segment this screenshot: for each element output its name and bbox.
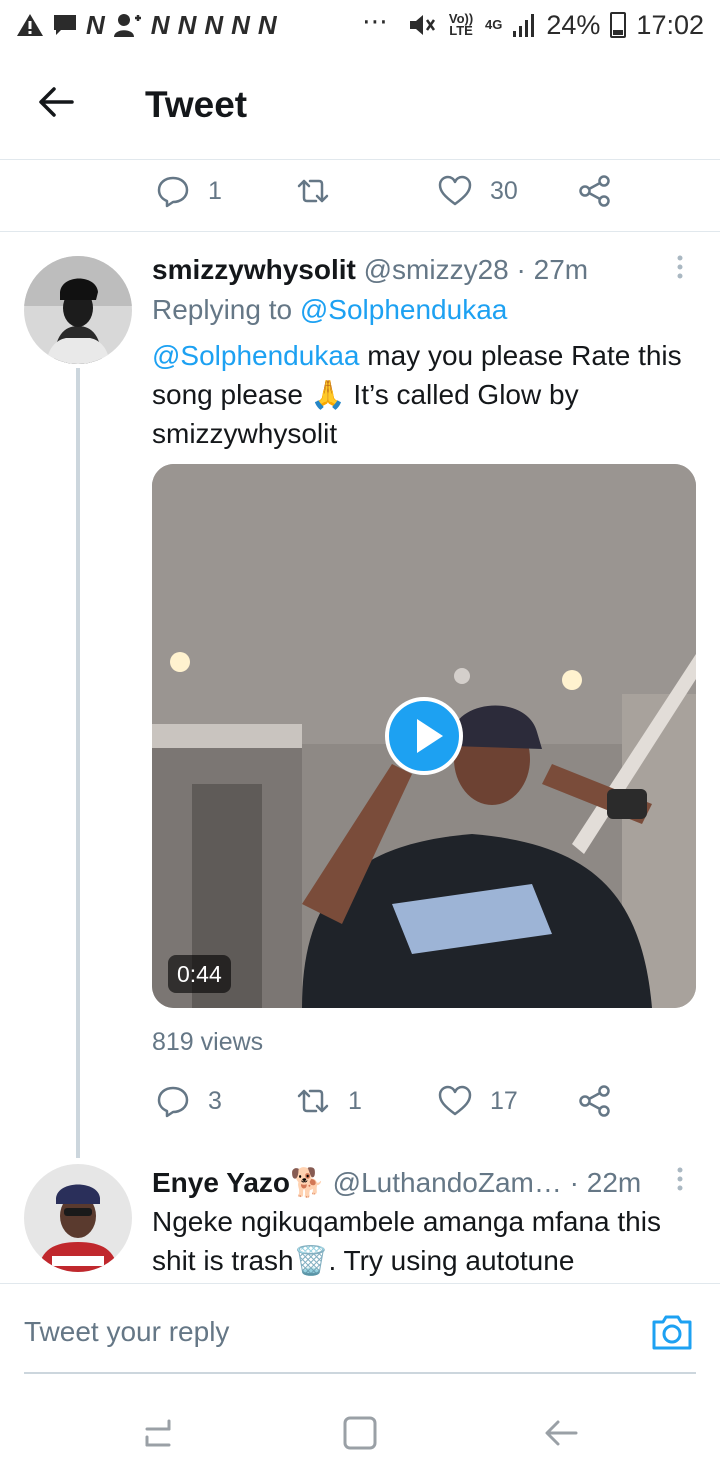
back-arrow-icon[interactable] [36,82,76,122]
warning-icon [17,14,43,36]
replying-to-handle[interactable]: @Solphendukaa [300,294,507,325]
display-name[interactable]: Enye Yazo🐕 [152,1167,325,1198]
share-button[interactable] [578,1071,612,1131]
page-title: Tweet [145,84,248,125]
avatar[interactable] [24,256,132,364]
video-duration: 0:44 [168,955,231,993]
retweet-button[interactable]: 1 [296,1071,362,1131]
handle[interactable]: @LuthandoZam… [333,1167,562,1198]
heart-icon [438,1085,472,1116]
n-icon: N [177,9,197,40]
back-nav-icon[interactable] [542,1413,582,1453]
tweet-body: @Solphendukaa may you please Rate this s… [152,336,692,453]
tweet-header: Enye Yazo🐕 @LuthandoZam… · 22m [152,1166,641,1199]
clock: 17:02 [636,9,704,40]
avatar[interactable] [24,1164,132,1272]
reply-icon [157,1086,189,1118]
mention-link[interactable]: @Solphendukaa [152,340,359,371]
handle[interactable]: @smizzy28 [364,254,509,285]
n-icon: N [150,9,170,40]
status-bar: N N N N N N ⋯ Vo)) LTE 4G 24% 17:02 [0,0,720,50]
composer-underline [24,1372,696,1374]
more-options-icon[interactable] [670,252,690,282]
reply-button[interactable]: 1 [156,161,222,221]
tweet-text: Ngeke ngikuqambele amanga mfana this shi… [152,1206,661,1276]
camera-icon[interactable] [650,1312,694,1352]
n-icon: N [231,9,250,40]
message-icon [54,15,76,35]
like-count: 30 [490,176,518,205]
like-button[interactable]: 30 [438,161,518,221]
timestamp: · 22m [569,1167,642,1198]
display-name[interactable]: smizzywhysolit [152,254,356,285]
thread-line [76,368,80,1158]
share-icon [579,175,610,207]
retweet-icon [297,1089,329,1113]
retweet-count: 1 [348,1086,362,1115]
reply-composer [0,1283,720,1375]
battery-icon [610,12,627,38]
app-header: Tweet [0,50,720,160]
retweet-button[interactable] [296,161,348,221]
home-icon[interactable] [340,1413,380,1453]
replying-to: Replying to @Solphendukaa [152,294,507,326]
network-type-label: 4G [485,17,503,32]
replying-to-label: Replying to [152,294,293,325]
timestamp: · 27m [516,254,589,285]
notification-icons: N N N N N N [16,10,277,41]
reply-actions: 3 1 17 [0,1071,720,1131]
view-count: 819 views [152,1028,264,1056]
main-tweet-actions: 1 30 [0,161,720,221]
battery-percent: 24% [546,9,601,40]
more-notifications-indicator: ⋯ [362,6,389,36]
mute-icon [410,15,436,35]
system-icons: Vo)) LTE 4G 24% 17:02 [407,10,704,41]
retweet-icon [297,179,329,203]
heart-icon [438,175,472,206]
tweet-header: smizzywhysolit @smizzy28 · 27m [152,254,588,286]
like-button[interactable]: 17 [438,1071,518,1131]
share-button[interactable] [578,161,612,221]
reply-count: 3 [208,1086,222,1115]
system-nav-bar [0,1385,720,1480]
n-icon: N [257,9,277,40]
reply-count: 1 [208,176,222,205]
n-icon: N [86,9,105,40]
reply-icon [157,176,189,208]
volte-label: Vo)) LTE [448,11,474,38]
share-icon [579,1085,610,1117]
play-button[interactable] [385,697,463,775]
divider [0,231,720,232]
like-count: 17 [490,1086,518,1115]
contact-add-icon [113,14,141,37]
signal-icon [513,14,535,37]
n-icon: N [204,9,224,40]
recent-apps-icon[interactable] [139,1413,179,1453]
reply-input[interactable] [24,1316,584,1348]
reply-button[interactable]: 3 [156,1071,222,1131]
more-options-icon[interactable] [670,1164,690,1194]
